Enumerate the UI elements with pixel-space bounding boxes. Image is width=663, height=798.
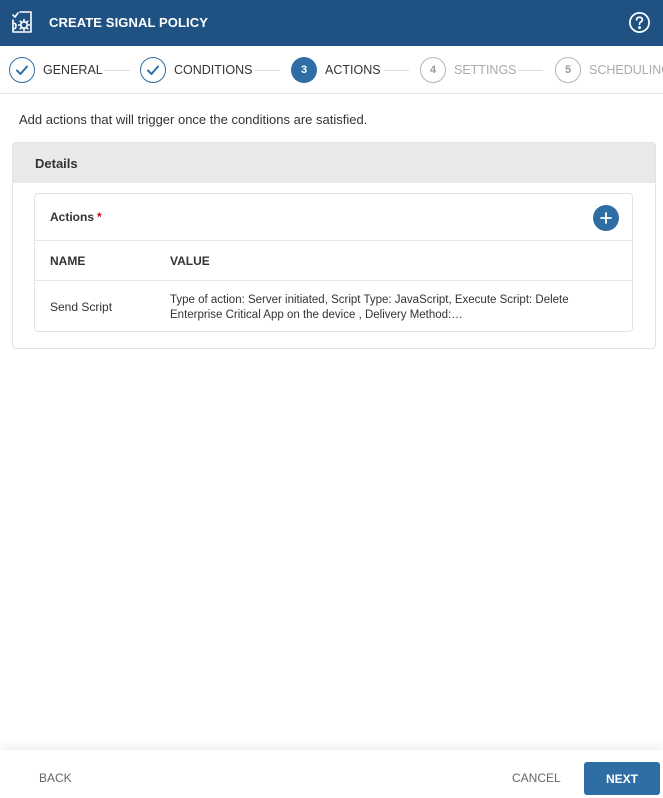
dialog-footer: BACK CANCEL NEXT <box>0 750 663 798</box>
table-row[interactable]: Send Script Type of action: Server initi… <box>35 281 632 331</box>
actions-title: Actions * <box>50 210 102 224</box>
next-button[interactable]: NEXT <box>584 762 660 795</box>
step-connector <box>254 70 280 71</box>
add-action-button[interactable] <box>593 205 619 231</box>
actions-table-header: NAME VALUE <box>35 241 632 281</box>
details-header: Details <box>13 143 655 183</box>
step-number: 5 <box>555 57 581 83</box>
dialog-title: CREATE SIGNAL POLICY <box>49 15 208 30</box>
step-number: 3 <box>291 57 317 83</box>
actions-header: Actions * <box>35 194 632 241</box>
dialog-header: CREATE SIGNAL POLICY <box>0 0 663 46</box>
step-conditions[interactable]: CONDITIONS <box>140 57 252 83</box>
actions-title-text: Actions <box>50 210 95 224</box>
question-circle-icon[interactable] <box>628 11 651 34</box>
signal-policy-gear-icon <box>12 11 32 33</box>
cancel-button[interactable]: CANCEL <box>512 771 561 785</box>
back-button[interactable]: BACK <box>39 771 72 785</box>
step-connector <box>384 70 409 71</box>
step-general[interactable]: GENERAL <box>9 57 103 83</box>
step-label: ACTIONS <box>325 63 381 77</box>
check-icon <box>140 57 166 83</box>
step-label: CONDITIONS <box>174 63 253 77</box>
step-label: GENERAL <box>43 63 103 77</box>
step-connector <box>518 70 543 71</box>
intro-text: Add actions that will trigger once the c… <box>19 112 368 127</box>
wizard-stepper: GENERAL CONDITIONS 3 ACTIONS 4 SETTINGS … <box>0 46 663 94</box>
action-name: Send Script <box>50 300 113 314</box>
actions-panel: Actions * NAME VALUE Send Script Type of … <box>34 193 633 332</box>
check-icon <box>9 57 35 83</box>
column-header-name: NAME <box>50 254 86 268</box>
step-label: SCHEDULING <box>589 63 663 77</box>
step-settings[interactable]: 4 SETTINGS <box>420 57 517 83</box>
required-mark: * <box>97 210 102 224</box>
step-actions[interactable]: 3 ACTIONS <box>291 57 381 83</box>
plus-icon <box>600 212 612 224</box>
column-header-value: VALUE <box>170 254 210 268</box>
step-scheduling[interactable]: 5 SCHEDULING <box>555 57 663 83</box>
step-label: SETTINGS <box>454 63 517 77</box>
action-value: Type of action: Server initiated, Script… <box>170 294 569 321</box>
step-number: 4 <box>420 57 446 83</box>
step-connector <box>104 70 130 71</box>
